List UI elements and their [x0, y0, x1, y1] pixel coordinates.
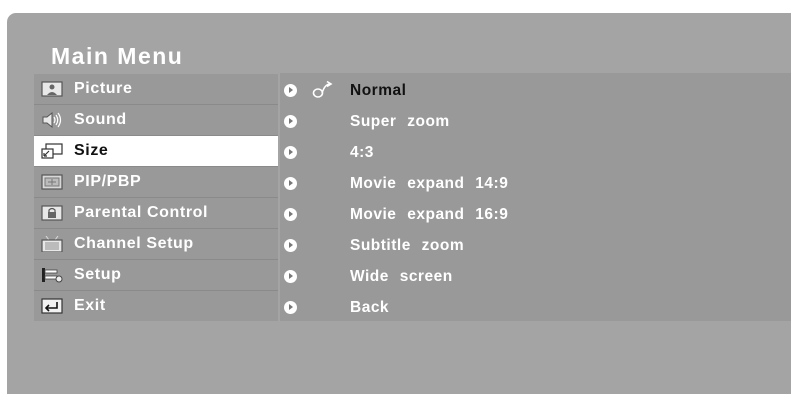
- size-option-movie-expand-16-9[interactable]: Movie expand 16:9: [280, 199, 791, 230]
- size-option-wide-screen[interactable]: Wide screen: [280, 261, 791, 292]
- size-option-label: Movie expand 14:9: [350, 175, 509, 192]
- arrow-bullet-icon: [284, 208, 297, 221]
- pip-icon: [41, 174, 63, 190]
- speaker-icon: [42, 112, 62, 128]
- arrow-bullet-icon: [284, 270, 297, 283]
- arrow-bullet-icon: [284, 115, 297, 128]
- menu-item-label: Size: [74, 142, 109, 159]
- size-option-label: Normal: [350, 82, 407, 99]
- size-option-label: 4:3: [350, 144, 374, 161]
- picture-icon: [41, 81, 63, 97]
- size-option-label: Back: [350, 299, 390, 316]
- size-option-label: Super zoom: [350, 113, 450, 130]
- size-option-back[interactable]: Back: [280, 292, 791, 323]
- menu-item-label: Channel Setup: [74, 235, 194, 252]
- screen-size-icon: [41, 143, 63, 159]
- menu-item-label: Setup: [74, 266, 122, 283]
- exit-icon: [41, 298, 63, 314]
- menu-item-parental-control[interactable]: Parental Control: [34, 198, 278, 228]
- menu-title: Main Menu: [51, 43, 184, 69]
- size-option-4-3[interactable]: 4:3: [280, 137, 791, 168]
- menu-item-exit[interactable]: Exit: [34, 291, 278, 321]
- arrow-bullet-icon: [284, 301, 297, 314]
- menu-item-size[interactable]: Size: [34, 136, 278, 166]
- menu-item-pip-pbp[interactable]: PIP/PBP: [34, 167, 278, 197]
- size-option-normal[interactable]: Normal: [280, 75, 791, 106]
- arrow-bullet-icon: [284, 84, 297, 97]
- menu-item-setup[interactable]: Setup: [34, 260, 278, 290]
- lock-icon: [41, 205, 63, 221]
- current-selection-icon: [312, 80, 333, 98]
- tv-icon: [41, 236, 63, 252]
- arrow-bullet-icon: [284, 177, 297, 190]
- menu-item-label: PIP/PBP: [74, 173, 142, 190]
- size-option-subtitle-zoom[interactable]: Subtitle zoom: [280, 230, 791, 261]
- menu-item-label: Picture: [74, 80, 133, 97]
- menu-item-label: Parental Control: [74, 204, 209, 221]
- setup-icon: [42, 268, 63, 283]
- size-option-movie-expand-14-9[interactable]: Movie expand 14:9: [280, 168, 791, 199]
- menu-item-label: Exit: [74, 297, 106, 314]
- size-option-label: Wide screen: [350, 268, 453, 285]
- size-option-super-zoom[interactable]: Super zoom: [280, 106, 791, 137]
- menu-item-sound[interactable]: Sound: [34, 105, 278, 135]
- arrow-bullet-icon: [284, 239, 297, 252]
- size-option-label: Movie expand 16:9: [350, 206, 509, 223]
- menu-item-picture[interactable]: Picture: [34, 74, 278, 104]
- arrow-bullet-icon: [284, 146, 297, 159]
- menu-item-channel-setup[interactable]: Channel Setup: [34, 229, 278, 259]
- size-option-label: Subtitle zoom: [350, 237, 465, 254]
- menu-item-label: Sound: [74, 111, 127, 128]
